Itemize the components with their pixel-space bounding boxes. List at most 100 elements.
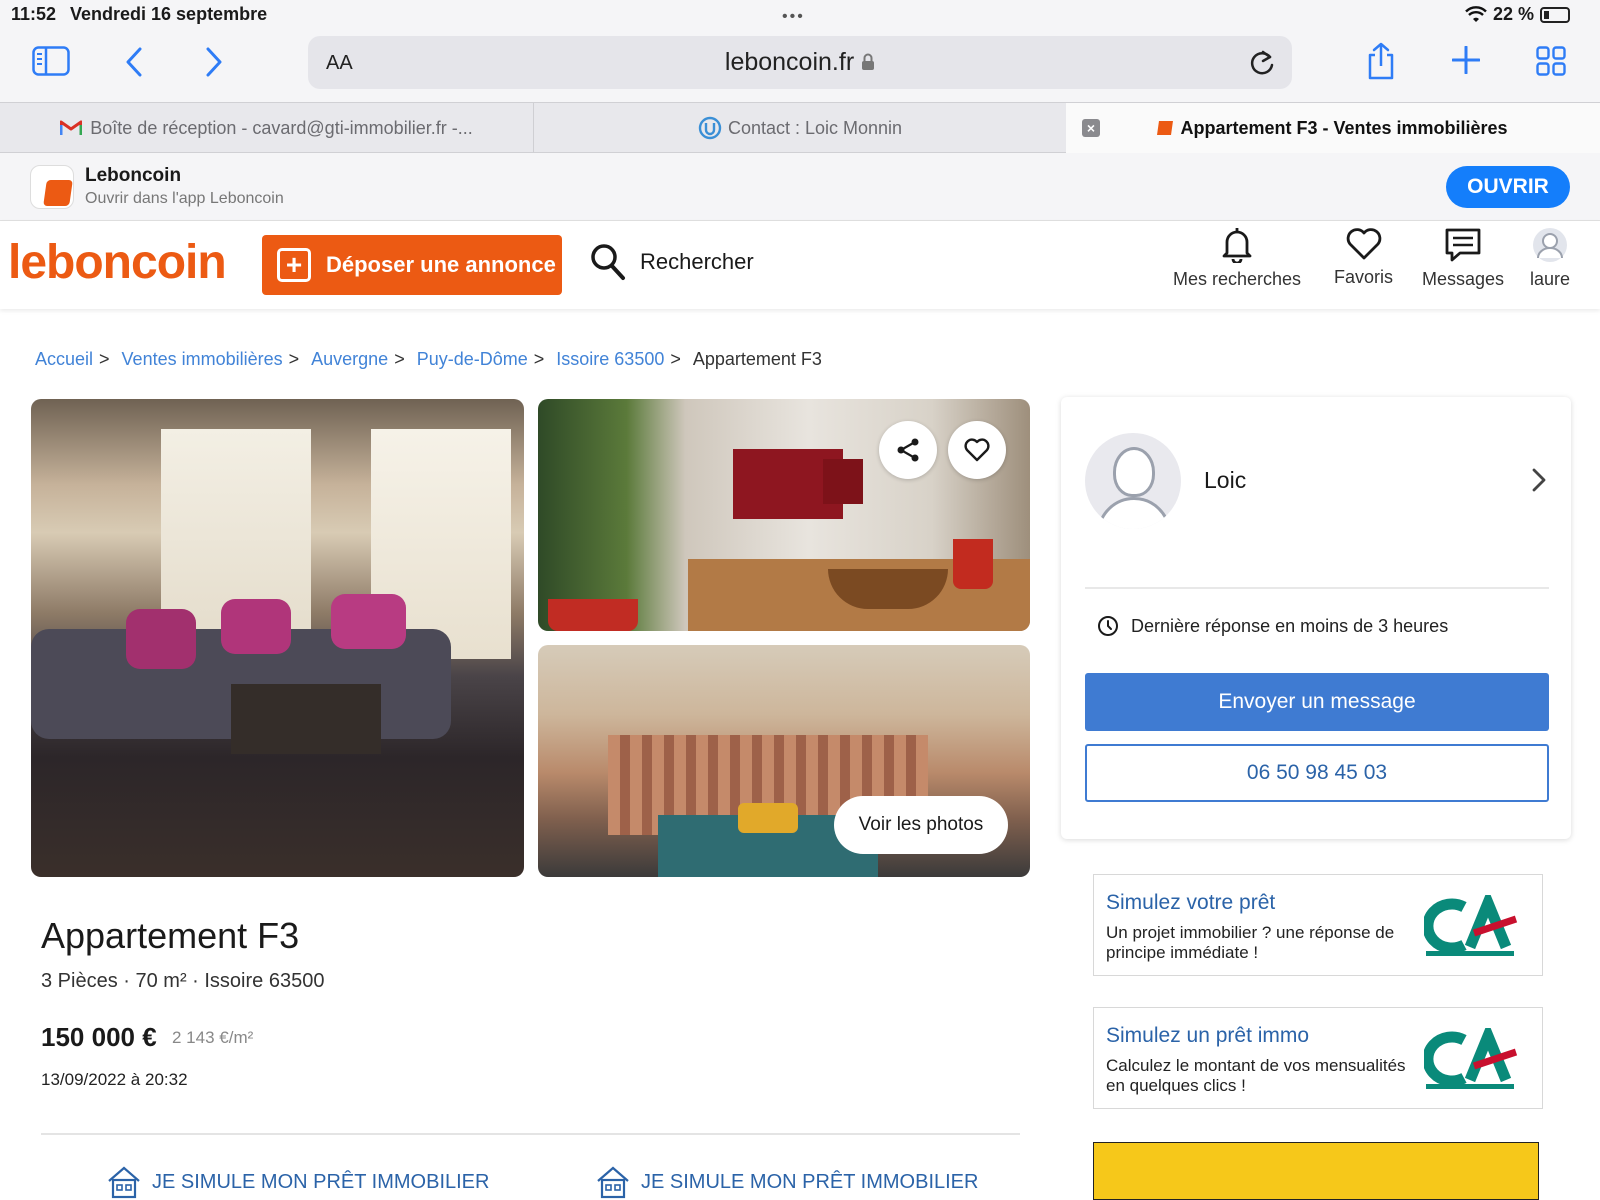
gmail-icon	[60, 120, 83, 135]
tab-gmail[interactable]: Boîte de réception - cavard@gti-immobili…	[0, 103, 533, 153]
chevron-right-icon[interactable]	[1531, 467, 1547, 498]
promo-text: Calculez le montant de vos mensualités e…	[1106, 1056, 1406, 1095]
leboncoin-icon	[1157, 121, 1174, 135]
status-date: Vendredi 16 septembre	[70, 4, 268, 24]
status-time: 11:52	[11, 4, 57, 24]
breadcrumb-separator: >	[670, 349, 681, 369]
nav-label: Messages	[1422, 269, 1505, 289]
response-time-text: Dernière réponse en moins de 3 heures	[1131, 615, 1449, 636]
response-time: Dernière réponse en moins de 3 heures	[1097, 615, 1448, 637]
heart-icon	[1346, 228, 1381, 260]
wifi-icon	[1465, 5, 1487, 22]
breadcrumb-link[interactable]: Auvergne	[311, 349, 388, 370]
seller-card: Loic Dernière réponse en moins de 3 heur…	[1061, 397, 1571, 839]
share-icon[interactable]	[1365, 42, 1397, 80]
breadcrumb-link[interactable]: Ventes immobilières	[122, 349, 283, 370]
tab-label: Appartement F3 - Ventes immobilières	[1180, 117, 1508, 138]
avatar-head	[1113, 447, 1155, 497]
photo-detail	[231, 684, 381, 754]
lock-icon	[862, 53, 875, 70]
section-divider	[41, 1133, 1020, 1135]
search-icon	[591, 244, 625, 280]
message-icon	[1445, 228, 1481, 262]
breadcrumb-separator: >	[99, 349, 110, 369]
ad-title: Appartement F3	[41, 915, 300, 956]
nav-account[interactable]: laure	[1530, 227, 1570, 290]
photo-detail	[823, 459, 863, 504]
search-label: Rechercher	[640, 249, 754, 274]
photo-detail	[548, 599, 638, 631]
tab-label: Contact : Loic Monnin	[727, 117, 903, 138]
phone-button[interactable]: 06 50 98 45 03	[1085, 744, 1549, 802]
post-ad-button[interactable]: + Déposer une annonce	[262, 235, 562, 295]
breadcrumb: Accueil > Ventes immobilières > Auvergne > …	[35, 349, 822, 370]
breadcrumb-link[interactable]: Puy-de-Dôme	[417, 349, 528, 370]
new-tab-icon[interactable]	[1452, 46, 1480, 74]
open-app-button[interactable]: OUVRIR	[1446, 166, 1570, 208]
promo-mortgage-simulator[interactable]: Simulez un prêt immo Calculez le montant…	[1093, 1007, 1543, 1109]
bell-icon	[1222, 228, 1252, 263]
favorite-ad-button[interactable]	[948, 421, 1006, 479]
house-icon	[108, 1166, 140, 1199]
clock-icon	[1098, 616, 1118, 636]
tab-overview-icon[interactable]	[1536, 46, 1566, 76]
seller-avatar[interactable]	[1085, 433, 1181, 529]
photo-detail	[221, 599, 291, 654]
breadcrumb-separator: >	[288, 349, 300, 369]
sun-rays-graphic	[1154, 1155, 1214, 1199]
nav-saved-searches[interactable]: Mes recherches	[1173, 227, 1301, 290]
ad-details: 3 Pièces · 70 m² · Issoire 63500	[41, 970, 325, 992]
share-ad-button[interactable]	[879, 421, 937, 479]
back-icon[interactable]	[124, 46, 144, 78]
url-field[interactable]: leboncoin.fr	[308, 48, 1292, 77]
smart-app-banner: Leboncoin Ouvrir dans l'app Leboncoin OU…	[0, 153, 1600, 221]
sidebar-toggle-icon[interactable]	[32, 46, 70, 76]
breadcrumb-link[interactable]: Issoire 63500	[556, 349, 664, 370]
simulate-loan-label: JE SIMULE MON PRÊT IMMOBILIER	[152, 1170, 490, 1193]
simulate-loan-link[interactable]: JE SIMULE MON PRÊT IMMOBILIER	[106, 1165, 489, 1199]
search-button[interactable]: Rechercher	[590, 243, 754, 281]
photo-detail	[126, 609, 196, 669]
share-nodes-icon	[897, 438, 919, 462]
see-photos-button[interactable]: Voir les photos	[834, 796, 1008, 854]
simulate-loan-link[interactable]: JE SIMULE MON PRÊT IMMOBILIER	[595, 1165, 978, 1199]
crm-icon	[698, 116, 722, 140]
nav-label: laure	[1530, 269, 1571, 289]
promo-title: Simulez votre prêt	[1106, 891, 1276, 914]
breadcrumb-link[interactable]: Accueil	[35, 349, 93, 370]
send-message-button[interactable]: Envoyer un message	[1085, 673, 1549, 731]
photo-detail	[953, 539, 993, 589]
house-icon	[597, 1166, 629, 1199]
breadcrumb-separator: >	[394, 349, 405, 369]
photo-living-room[interactable]	[31, 399, 524, 877]
simulate-loan-label: JE SIMULE MON PRÊT IMMOBILIER	[641, 1170, 979, 1193]
status-right: 22 %	[1465, 4, 1570, 25]
browser-toolbar: AA leboncoin.fr	[0, 30, 1600, 102]
battery-percent: 22 %	[1492, 4, 1534, 24]
promo-title: Simulez un prêt immo	[1106, 1024, 1310, 1047]
ad-banner[interactable]	[1093, 1142, 1539, 1200]
heart-icon	[964, 438, 990, 462]
promo-loan-simulator[interactable]: Simulez votre prêt Un projet immobilier …	[1093, 874, 1543, 976]
forward-icon[interactable]	[204, 46, 224, 78]
reload-icon[interactable]	[1248, 48, 1276, 83]
status-bar: 11:52 Vendredi 16 septembre ••• 22 %	[0, 0, 1600, 30]
tab-label: Boîte de réception - cavard@gti-immobili…	[90, 117, 473, 138]
nav-messages[interactable]: Messages	[1422, 227, 1504, 290]
tab-leboncoin[interactable]: × Appartement F3 - Ventes immobilières	[1066, 103, 1600, 153]
avatar-body	[1097, 497, 1171, 529]
seller-name[interactable]: Loic	[1204, 467, 1246, 494]
plus-square-icon: +	[277, 248, 311, 282]
address-bar[interactable]: AA leboncoin.fr	[308, 36, 1292, 89]
leboncoin-logo[interactable]: leboncoin	[8, 235, 227, 290]
multitasking-dots-icon[interactable]: •••	[782, 8, 805, 26]
photo-detail	[738, 803, 798, 833]
app-name: Leboncoin	[85, 165, 182, 186]
tab-bar: Boîte de réception - cavard@gti-immobili…	[0, 102, 1600, 153]
site-header: leboncoin + Déposer une annonce Recherch…	[0, 221, 1600, 309]
seller-divider	[1085, 587, 1549, 589]
tab-contact[interactable]: Contact : Loic Monnin	[534, 103, 1066, 153]
nav-favorites[interactable]: Favoris	[1334, 227, 1393, 288]
breadcrumb-current: Appartement F3	[692, 349, 822, 369]
close-tab-icon[interactable]: ×	[1082, 119, 1100, 137]
